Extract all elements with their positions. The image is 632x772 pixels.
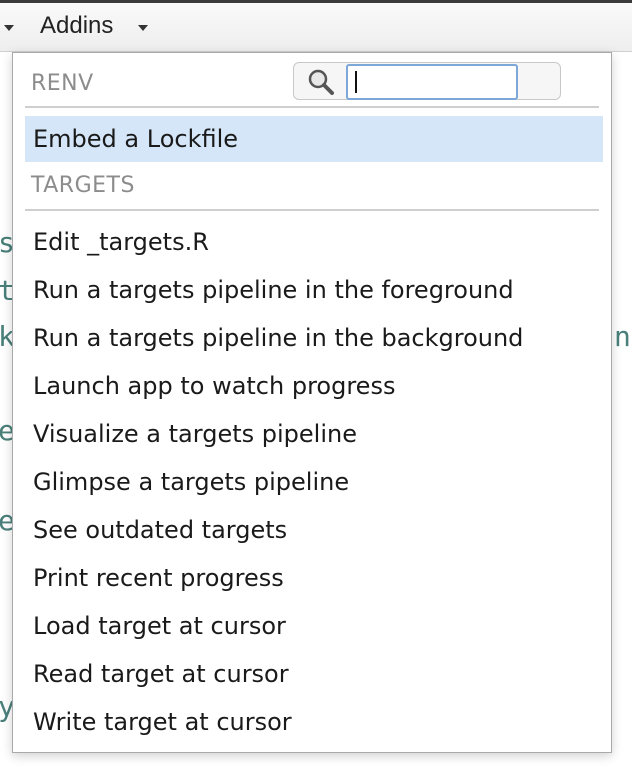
text-cursor: [355, 71, 357, 93]
menu-item-launch-app[interactable]: Launch app to watch progress: [25, 363, 603, 409]
menu-item-glimpse[interactable]: Glimpse a targets pipeline: [25, 459, 603, 505]
editor-text-fragment: n: [614, 320, 631, 353]
window-top-border: [0, 0, 632, 3]
menu-item-outdated[interactable]: See outdated targets: [25, 507, 603, 553]
addins-chevron-down-icon[interactable]: [138, 25, 148, 31]
menu-item-run-foreground[interactable]: Run a targets pipeline in the foreground: [25, 267, 603, 313]
menu-item-edit-targets[interactable]: Edit _targets.R: [25, 219, 603, 265]
chevron-down-icon[interactable]: [4, 25, 14, 31]
divider: [25, 106, 599, 108]
menu-item-write-target[interactable]: Write target at cursor: [25, 699, 603, 745]
menu-item-read-target[interactable]: Read target at cursor: [25, 651, 603, 697]
search-icon: [308, 69, 334, 95]
menu-item-load-target[interactable]: Load target at cursor: [25, 603, 603, 649]
menu-item-visualize[interactable]: Visualize a targets pipeline: [25, 411, 603, 457]
toolbar: Addins: [0, 0, 632, 52]
menu-item-print-progress[interactable]: Print recent progress: [25, 555, 603, 601]
search-input[interactable]: [346, 64, 518, 100]
section-header-targets: TARGETS: [31, 173, 135, 198]
divider: [25, 209, 599, 211]
search-box: [293, 62, 561, 100]
menu-item-run-background[interactable]: Run a targets pipeline in the background: [25, 315, 603, 361]
menu-item-embed-lockfile[interactable]: Embed a Lockfile: [25, 116, 603, 162]
addins-menu-button[interactable]: Addins: [40, 12, 113, 40]
section-header-renv: RENV: [31, 71, 94, 96]
addins-dropdown-menu: RENV Embed a Lockfile TARGETS Edit _targ…: [12, 52, 612, 753]
